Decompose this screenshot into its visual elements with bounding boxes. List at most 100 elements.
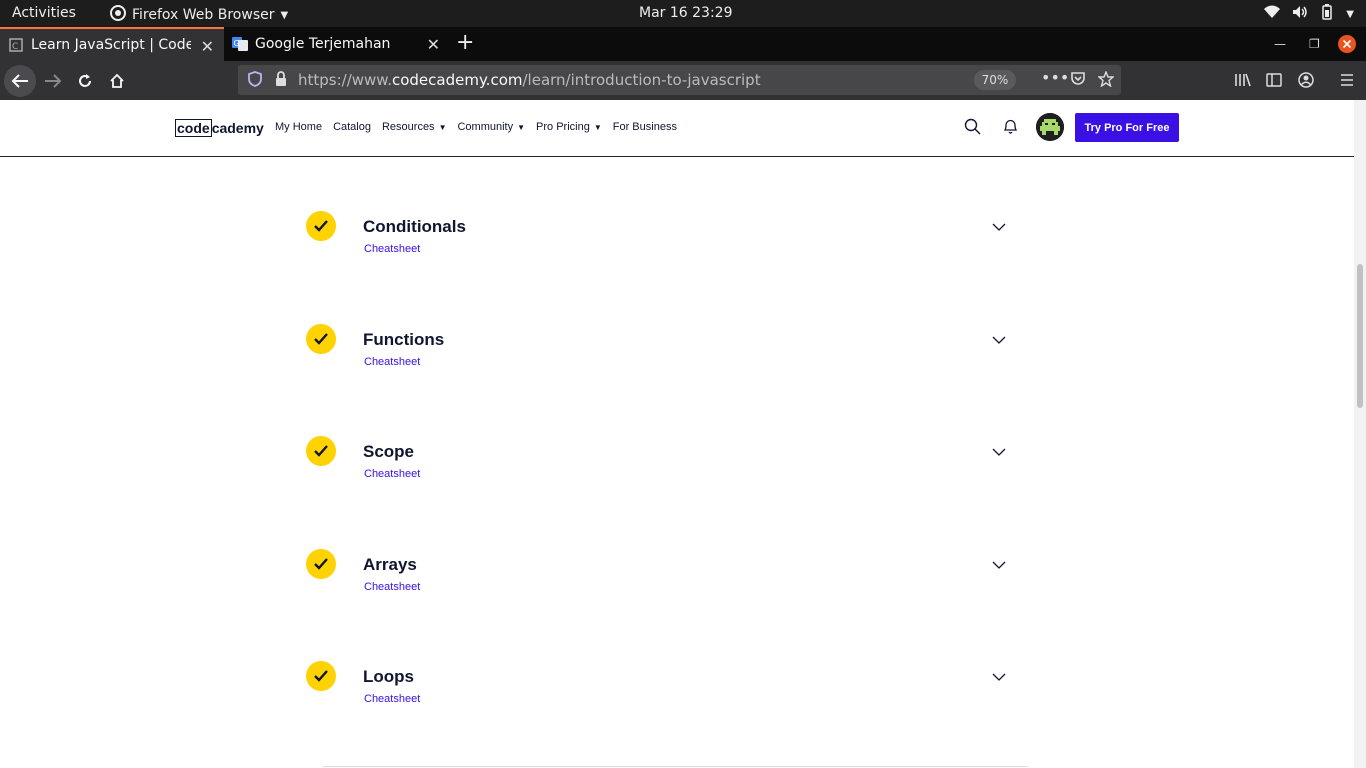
module-title[interactable]: Functions (363, 330, 444, 350)
codecademy-favicon-icon: C (8, 37, 24, 53)
codecademy-logo[interactable]: code cademy (175, 119, 264, 137)
module-loops[interactable]: Loops Cheatsheet (306, 661, 1026, 721)
logo-academy-part: cademy (211, 120, 264, 136)
notifications-bell-icon[interactable] (1003, 118, 1018, 140)
page-actions-menu-icon[interactable]: ••• (1041, 68, 1069, 87)
bookmark-star-icon[interactable] (1097, 70, 1115, 91)
nav-label: My Home (275, 121, 323, 133)
minimize-icon[interactable]: — (1274, 27, 1286, 61)
nav-label: For Business (612, 121, 677, 133)
account-icon[interactable] (1298, 72, 1314, 92)
nav-my-home[interactable]: My Home (275, 121, 322, 133)
cheatsheet-link[interactable]: Cheatsheet (364, 693, 420, 705)
url-path: /learn/introduction-to-javascript (522, 71, 761, 89)
activities-button[interactable]: Activities (12, 5, 76, 21)
module-conditionals[interactable]: Conditionals Cheatsheet (306, 211, 1026, 271)
back-arrow-icon[interactable] (4, 65, 36, 97)
cheatsheet-link[interactable]: Cheatsheet (364, 581, 420, 593)
nav-label: Resources (381, 121, 435, 133)
module-title[interactable]: Scope (363, 442, 414, 462)
volume-icon (1292, 5, 1308, 23)
chevron-down-icon[interactable] (992, 219, 1006, 237)
new-tab-plus-icon[interactable]: + (456, 30, 474, 55)
site-nav: My Home Catalog Resources ▼ Community ▼ Pr… (275, 121, 688, 133)
chevron-down-icon[interactable] (992, 557, 1006, 575)
completed-check-icon (306, 324, 336, 354)
firefox-icon (110, 5, 126, 25)
cheatsheet-link[interactable]: Cheatsheet (364, 243, 420, 255)
nav-community[interactable]: Community ▼ (457, 121, 525, 133)
lock-icon[interactable] (275, 71, 287, 91)
tab-learn-javascript[interactable]: C Learn JavaScript | Codecademy ✕ (0, 27, 224, 61)
url-text[interactable]: https://www.codecademy.com/learn/introdu… (298, 71, 761, 89)
chevron-down-icon[interactable] (992, 669, 1006, 687)
chevron-down-icon[interactable] (992, 332, 1006, 350)
module-title[interactable]: Arrays (363, 555, 417, 575)
nav-catalog[interactable]: Catalog (333, 121, 371, 133)
nav-pro-pricing[interactable]: Pro Pricing ▼ (536, 121, 602, 133)
completed-check-icon (306, 436, 336, 466)
url-domain: codecademy.com (391, 71, 523, 89)
site-header: code cademy My Home Catalog Resources ▼ Co… (0, 100, 1354, 157)
tracking-protection-shield-icon[interactable] (248, 71, 262, 91)
library-icon[interactable] (1234, 72, 1252, 92)
system-tray[interactable]: ▼ (1264, 4, 1354, 24)
nav-resources[interactable]: Resources ▼ (382, 121, 447, 133)
module-arrays[interactable]: Arrays Cheatsheet (306, 549, 1026, 609)
search-icon[interactable] (964, 118, 981, 140)
divider (323, 766, 1028, 767)
user-avatar[interactable] (1036, 113, 1064, 141)
module-title[interactable]: Conditionals (363, 217, 466, 237)
completed-check-icon (306, 549, 336, 579)
tab-strip: C Learn JavaScript | Codecademy ✕ G Goog… (0, 27, 1366, 61)
tab-google-translate[interactable]: G Google Terjemahan ✕ (224, 27, 450, 61)
app-menu-label: Firefox Web Browser (132, 7, 275, 23)
close-tab-icon[interactable]: ✕ (201, 37, 214, 56)
cheatsheet-link[interactable]: Cheatsheet (364, 356, 420, 368)
home-icon[interactable] (101, 65, 133, 97)
navigation-toolbar: https://www.codecademy.com/learn/introdu… (0, 61, 1366, 100)
wifi-icon (1264, 5, 1281, 23)
scrollbar-thumb[interactable] (1357, 264, 1363, 408)
power-menu-icon: ▼ (1346, 8, 1354, 20)
url-bar[interactable]: https://www.codecademy.com/learn/introdu… (238, 65, 1121, 95)
caret-down-icon: ▼ (517, 122, 526, 132)
clock[interactable]: Mar 16 23:29 (639, 5, 732, 21)
system-top-bar: Activities Firefox Web Browser ▼ Mar 16 … (0, 0, 1366, 27)
module-scope[interactable]: Scope Cheatsheet (306, 436, 1026, 496)
battery-icon (1320, 4, 1334, 24)
pocket-icon[interactable] (1070, 71, 1086, 91)
hamburger-menu-icon[interactable] (1339, 72, 1355, 92)
completed-check-icon (306, 211, 336, 241)
chevron-down-icon[interactable] (992, 444, 1006, 462)
caret-down-icon: ▼ (438, 122, 447, 132)
cheatsheet-link[interactable]: Cheatsheet (364, 468, 420, 480)
chevron-down-icon: ▼ (280, 9, 289, 21)
nav-label: Pro Pricing (536, 121, 590, 133)
tab-title: Learn JavaScript | Codecademy (31, 37, 191, 53)
nav-label: Catalog (333, 121, 371, 133)
module-functions[interactable]: Functions Cheatsheet (306, 324, 1026, 384)
try-pro-button[interactable]: Try Pro For Free (1075, 113, 1179, 142)
app-menu[interactable]: Firefox Web Browser ▼ (110, 5, 288, 25)
logo-code-part: code (175, 119, 212, 137)
zoom-level-badge[interactable]: 70% (974, 70, 1016, 90)
google-translate-favicon-icon: G (232, 36, 248, 52)
close-tab-icon[interactable]: ✕ (427, 35, 440, 54)
tab-title: Google Terjemahan (255, 36, 391, 52)
maximize-icon[interactable]: ❐ (1309, 27, 1320, 61)
caret-down-icon: ▼ (593, 122, 602, 132)
nav-label: Community (457, 121, 514, 133)
svg-text:G: G (234, 39, 240, 48)
page-content: code cademy My Home Catalog Resources ▼ Co… (0, 100, 1354, 768)
completed-check-icon (306, 661, 336, 691)
nav-for-business[interactable]: For Business (613, 121, 677, 133)
close-window-icon[interactable] (1338, 27, 1356, 61)
url-prefix: https://www. (298, 71, 392, 89)
reload-icon[interactable] (69, 65, 101, 97)
sidebar-toggle-icon[interactable] (1266, 72, 1282, 92)
page-scrollbar[interactable] (1354, 100, 1366, 768)
forward-arrow-icon[interactable] (37, 65, 69, 97)
module-title[interactable]: Loops (363, 667, 414, 687)
svg-text:C: C (12, 42, 18, 52)
